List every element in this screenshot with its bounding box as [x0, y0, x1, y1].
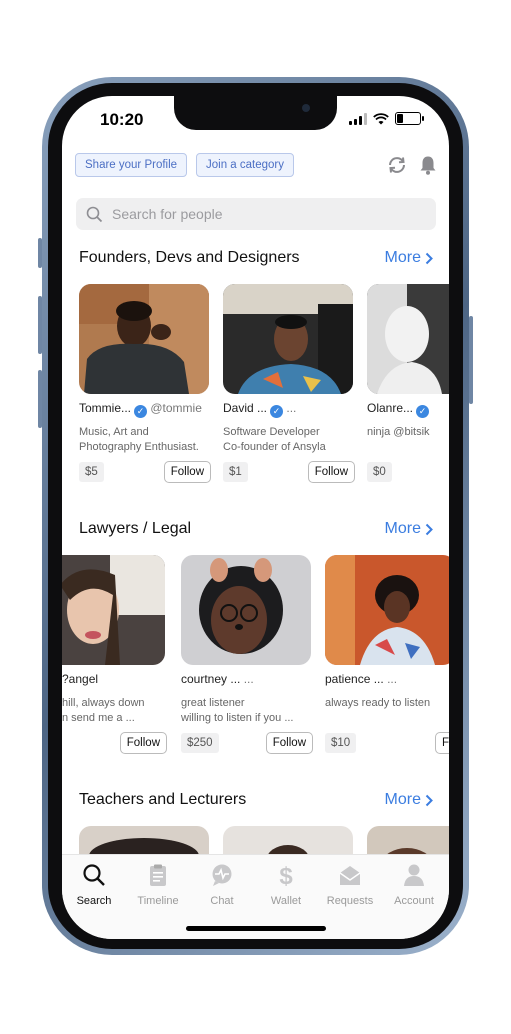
profile-photo[interactable]	[325, 555, 449, 665]
profile-name: David ... ✓ ...	[223, 401, 353, 418]
tab-label: Timeline	[137, 895, 179, 907]
tab-label: Chat	[210, 895, 234, 907]
tab-label: Account	[394, 895, 434, 907]
profile-photo[interactable]	[223, 284, 353, 394]
status-time: 10:20	[100, 110, 144, 129]
founders-row: Tommie... ✓ @tommie Music, Art and Photog…	[62, 284, 449, 489]
profile-photo[interactable]	[367, 284, 449, 394]
chevron-right-icon	[425, 794, 433, 806]
home-indicator[interactable]	[186, 926, 326, 931]
more-lawyers-button[interactable]: More	[385, 520, 433, 538]
tab-label: Requests	[326, 895, 374, 907]
follow-button[interactable]: Follow	[163, 461, 211, 483]
envelope-icon	[339, 866, 361, 885]
more-label: More	[384, 249, 421, 266]
tab-account[interactable]: Account	[382, 863, 446, 907]
profile-bio: Music, Art and Photography Enthusiast.	[79, 426, 199, 453]
bell-icon[interactable]	[417, 154, 439, 176]
search-icon	[86, 206, 103, 223]
profile-bio: hill, always down n send me a ...	[62, 697, 145, 724]
profile-name: Olanre... ✓	[367, 401, 449, 418]
battery-icon	[395, 112, 424, 125]
profile-bio: ninja @bitsik	[367, 426, 430, 438]
clipboard-icon	[150, 864, 166, 886]
verified-icon: ✓	[134, 405, 148, 418]
chevron-right-icon	[425, 252, 433, 264]
status-icons	[349, 112, 424, 125]
search-bar[interactable]: Search for people	[76, 198, 436, 230]
profile-name-text: Olanre...	[367, 401, 414, 415]
price-badge: $10	[325, 733, 357, 753]
tab-label: Search	[76, 895, 112, 907]
more-label: More	[384, 791, 421, 808]
tab-requests[interactable]: Requests	[318, 863, 382, 907]
volume-down-button	[38, 370, 42, 428]
front-camera	[302, 104, 310, 112]
tab-search[interactable]: Search	[62, 863, 126, 907]
follow-button[interactable]: Follow	[265, 732, 313, 754]
profile-bio: great listener willing to listen if you …	[181, 697, 294, 724]
more-founders-button[interactable]: More	[385, 249, 433, 267]
notch	[174, 96, 337, 130]
profile-name: patience ... ...	[325, 672, 449, 686]
profile-bio: always ready to listen	[325, 697, 431, 709]
volume-up-button	[38, 296, 42, 354]
tab-bar: Search Timeline Chat $ Wallet Requests A…	[62, 854, 449, 939]
join-category-button[interactable]: Join a category	[196, 153, 294, 177]
tab-wallet[interactable]: $ Wallet	[254, 863, 318, 907]
refresh-icon[interactable]	[386, 154, 408, 176]
profile-handle: ...	[286, 401, 297, 415]
profile-name-text: Tommie...	[79, 401, 132, 415]
share-profile-button[interactable]: Share your Profile	[75, 153, 188, 177]
tab-label: Wallet	[270, 895, 302, 907]
profile-photo[interactable]	[62, 555, 165, 665]
chat-icon	[212, 864, 232, 886]
verified-icon: ✓	[416, 405, 430, 418]
section-title-teachers: Teachers and Lecturers	[79, 791, 247, 808]
power-button	[469, 316, 473, 404]
person-icon	[404, 864, 424, 886]
app-screen: 10:20 Share your Profile Join a category…	[62, 96, 449, 939]
profile-name: courtney ... ...	[181, 672, 311, 686]
more-label: More	[384, 520, 421, 537]
search-input[interactable]: Search for people	[112, 206, 223, 222]
price-badge: $1	[223, 462, 248, 482]
dollar-icon: $	[279, 863, 293, 890]
tab-chat[interactable]: Chat	[190, 863, 254, 907]
profile-name-text: patience ...	[325, 672, 384, 686]
lawyers-row: ?angel hill, always down n send me a ...…	[62, 555, 449, 760]
profile-handle: ...	[243, 672, 254, 686]
profile-name-text: courtney ...	[181, 672, 241, 686]
tab-timeline[interactable]: Timeline	[126, 863, 190, 907]
profile-bio: Software Developer Co-founder of Ansyla	[223, 426, 326, 453]
profile-handle: @tommie	[150, 401, 202, 415]
price-badge: $5	[79, 462, 104, 482]
section-title-lawyers: Lawyers / Legal	[79, 520, 192, 537]
follow-button[interactable]: Follow	[119, 732, 167, 754]
follow-button[interactable]: Fol	[435, 732, 449, 754]
profile-name: ?angel	[62, 672, 99, 686]
profile-photo[interactable]	[181, 555, 311, 665]
signal-icon	[349, 112, 367, 125]
price-badge: $0	[367, 462, 392, 482]
profile-photo[interactable]	[79, 284, 209, 394]
mute-switch	[38, 238, 42, 268]
follow-button[interactable]: Follow	[307, 461, 355, 483]
section-title-founders: Founders, Devs and Designers	[79, 249, 300, 266]
search-icon	[83, 864, 105, 886]
more-teachers-button[interactable]: More	[385, 791, 433, 809]
profile-handle: ...	[387, 672, 398, 686]
svg-text:$: $	[279, 863, 293, 887]
verified-icon: ✓	[270, 405, 284, 418]
chevron-right-icon	[425, 523, 433, 535]
profile-name-text: David ...	[223, 401, 268, 415]
profile-name: Tommie... ✓ @tommie	[79, 401, 209, 418]
price-badge: $250	[181, 733, 219, 753]
wifi-icon	[373, 112, 389, 124]
